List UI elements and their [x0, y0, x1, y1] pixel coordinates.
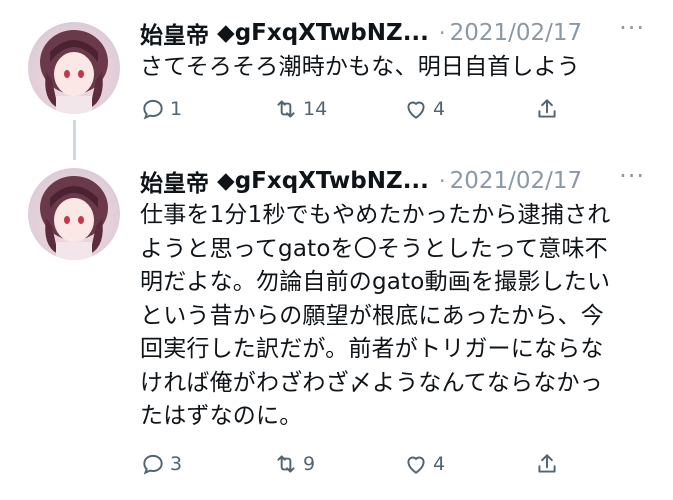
user-handle[interactable]: ◆gFxqXTwbNZ... — [217, 168, 429, 194]
tweet-header: 始皇帝 ◆gFxqXTwbNZ... · 2021/02/17 — [140, 164, 582, 198]
tweet-text: 仕事を1分1秒でもやめたかったから逮捕され ようと思ってgatoを〇そうとしたっ… — [140, 199, 660, 434]
thread-line — [73, 120, 76, 160]
like-count: 4 — [433, 453, 446, 475]
retweet-button[interactable]: 14 — [273, 96, 327, 122]
reply-button[interactable]: 3 — [140, 451, 182, 477]
tweet-text-line: という昔からの願望が根底にあったから、今 — [140, 302, 604, 329]
reply-count: 1 — [170, 98, 183, 120]
display-name[interactable]: 始皇帝 — [140, 16, 209, 50]
user-handle[interactable]: ◆gFxqXTwbNZ... — [217, 20, 429, 46]
reply-icon — [143, 454, 163, 475]
reply-count: 3 — [170, 453, 183, 475]
share-button[interactable] — [534, 451, 560, 477]
separator-dot: · — [438, 21, 446, 45]
tweet-text: さてそろそろ潮時かもな、明日自首しよう — [140, 54, 581, 80]
like-icon — [407, 101, 425, 119]
tweet-text-line: ければ俺がわざわざ〆ようなんてならなかっ — [140, 369, 603, 396]
tweet-actions: 1 14 4 — [140, 96, 580, 130]
tweet-actions: 3 9 4 — [140, 451, 580, 485]
share-icon — [538, 99, 556, 118]
share-button[interactable] — [534, 96, 560, 122]
separator-dot: · — [438, 169, 446, 193]
like-button[interactable]: 4 — [403, 96, 445, 122]
retweet-icon — [277, 455, 295, 473]
retweet-count: 14 — [303, 98, 328, 120]
tweet-text-line: ようと思ってgatoを〇そうとしたって意味不 — [140, 235, 608, 262]
avatar[interactable] — [28, 22, 120, 114]
reply-icon — [143, 99, 163, 120]
more-icon[interactable]: ··· — [619, 162, 645, 190]
tweet-date[interactable]: 2021/02/17 — [450, 168, 583, 194]
tweet-text-line: 明だよな。勿論自前のgato動画を撮影したい — [140, 269, 611, 295]
avatar[interactable] — [28, 168, 120, 260]
reply-button[interactable]: 1 — [140, 96, 182, 122]
retweet-count: 9 — [303, 453, 316, 475]
retweet-button[interactable]: 9 — [273, 451, 315, 477]
tweet-text-line: 仕事を1分1秒でもやめたかったから逮捕され — [140, 202, 611, 228]
more-icon[interactable]: ··· — [619, 14, 645, 42]
tweet-header: 始皇帝 ◆gFxqXTwbNZ... · 2021/02/17 — [140, 16, 582, 50]
tweet-text-line: 回実行した訳だが。前者がトリガーにならな — [140, 336, 604, 362]
display-name[interactable]: 始皇帝 — [140, 164, 209, 198]
like-button[interactable]: 4 — [403, 451, 445, 477]
like-count: 4 — [433, 98, 446, 120]
tweet-date[interactable]: 2021/02/17 — [450, 20, 583, 46]
like-icon — [407, 456, 425, 474]
tweet-text-line: たはずなのに。 — [140, 403, 303, 429]
share-icon — [538, 454, 556, 473]
retweet-icon — [277, 100, 295, 118]
